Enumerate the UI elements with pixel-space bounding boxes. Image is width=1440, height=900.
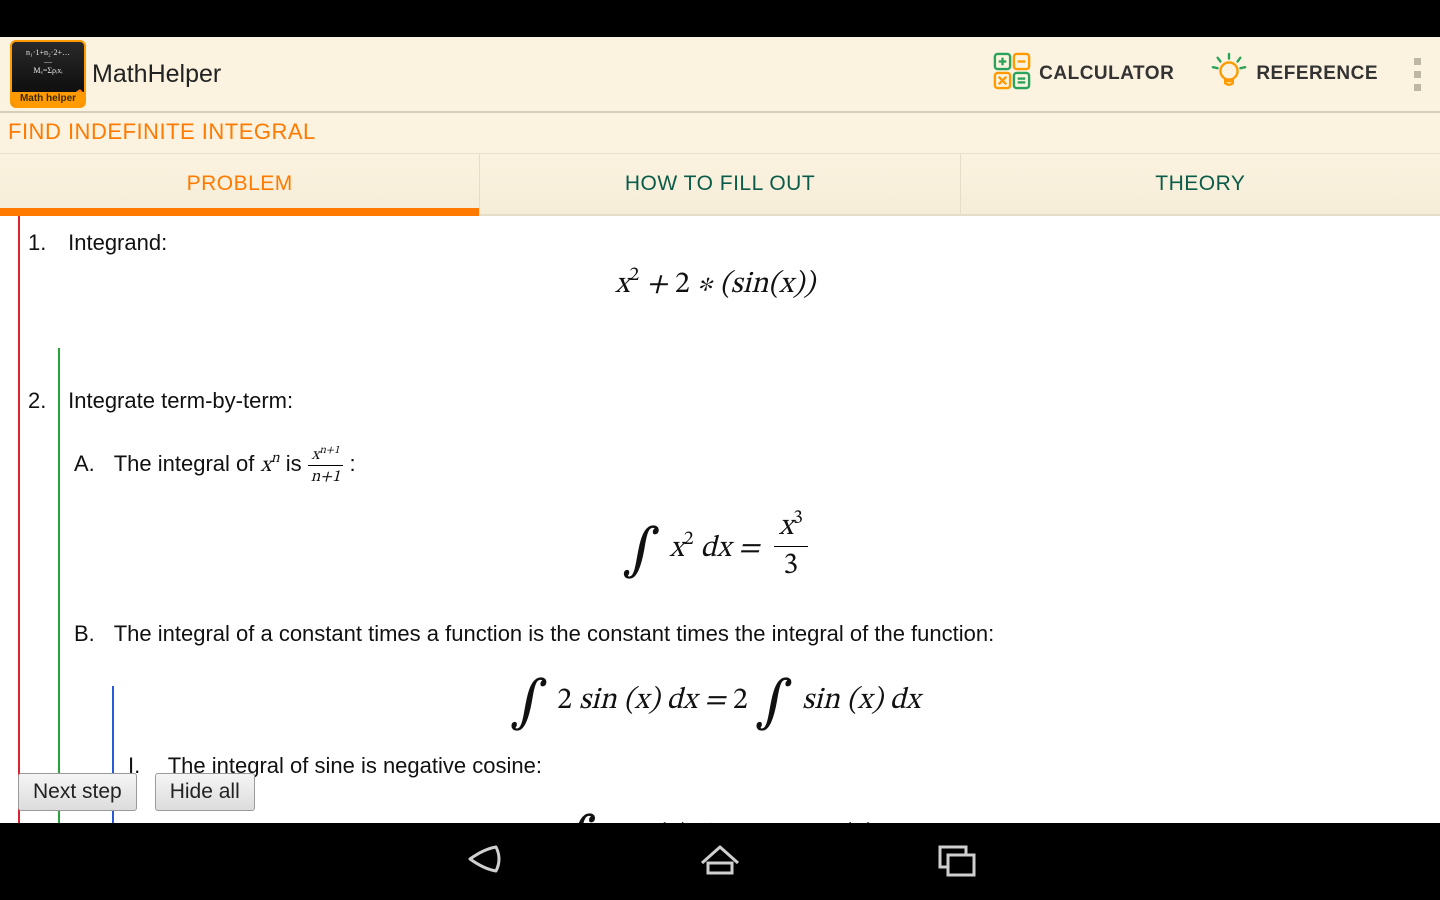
reference-label: REFERENCE [1256, 63, 1378, 85]
dot-icon [1414, 58, 1421, 65]
app-title: MathHelper [92, 60, 975, 89]
tab-bar: PROBLEM HOW TO FILL OUT THEORY [0, 154, 1440, 216]
back-button[interactable] [456, 837, 512, 886]
step-2: 2. Integrate term-by-term: [28, 388, 1416, 414]
hide-all-button[interactable]: Hide all [155, 773, 255, 811]
home-button[interactable] [692, 837, 748, 886]
integrand-expression: x2 + 2 ∗ (sin(x)) [14, 266, 1416, 304]
problem-content: 1. Integrand: x2 + 2 ∗ (sin(x)) 2. Integ… [0, 216, 1440, 823]
app-icon-banner: Math helper [12, 92, 84, 106]
step-text: The integral of xn is xn+1n+1 : [114, 451, 356, 476]
android-nav-bar [0, 823, 1440, 900]
margin-ruler [58, 348, 60, 823]
page-subtitle: FIND INDEFINITE INTEGRAL [0, 113, 1440, 154]
calculator-button[interactable]: CALCULATOR [975, 37, 1192, 111]
reference-button[interactable]: REFERENCE [1192, 37, 1396, 111]
lightbulb-icon [1210, 52, 1248, 96]
tab-problem[interactable]: PROBLEM [0, 154, 479, 214]
app-icon: n₁·1+n₂·2+…—Mₓ=Σρᵢxᵢ Math helper [10, 40, 86, 108]
step-2a: A. The integral of xn is xn+1n+1 : [74, 444, 1416, 487]
recents-button[interactable] [928, 837, 984, 886]
button-row: Next step Hide all [18, 773, 255, 811]
equation-constant-multiple: ∫ 2 sin (x) dx = 2 ∫ sin (x) dx [14, 659, 1416, 729]
step-text: Integrate term-by-term: [68, 388, 293, 413]
step-text: Integrand: [68, 230, 167, 255]
dot-icon [1414, 84, 1421, 91]
step-2b-i: I. The integral of sine is negative cosi… [128, 753, 1416, 779]
action-bar: n₁·1+n₂·2+…—Mₓ=Σρᵢxᵢ Math helper MathHel… [0, 37, 1440, 113]
step-2b: B. The integral of a constant times a fu… [74, 621, 1416, 647]
step-number: 1. [28, 230, 62, 256]
dot-icon [1414, 71, 1421, 78]
calculator-label: CALCULATOR [1039, 63, 1174, 85]
step-text: The integral of a constant times a funct… [114, 621, 995, 646]
equation-power-rule: ∫ x2 dx = x33 [14, 507, 1416, 587]
step-number: 2. [28, 388, 62, 414]
step-number: B. [74, 621, 108, 647]
tab-theory[interactable]: THEORY [960, 154, 1440, 214]
next-step-button[interactable]: Next step [18, 773, 137, 811]
step-1: 1. Integrand: [28, 230, 1416, 256]
step-number: A. [74, 451, 108, 477]
margin-ruler [18, 216, 20, 823]
tab-how-to-fill-out[interactable]: HOW TO FILL OUT [479, 154, 959, 214]
overflow-menu-button[interactable] [1400, 46, 1434, 102]
calculator-icon [993, 52, 1031, 96]
